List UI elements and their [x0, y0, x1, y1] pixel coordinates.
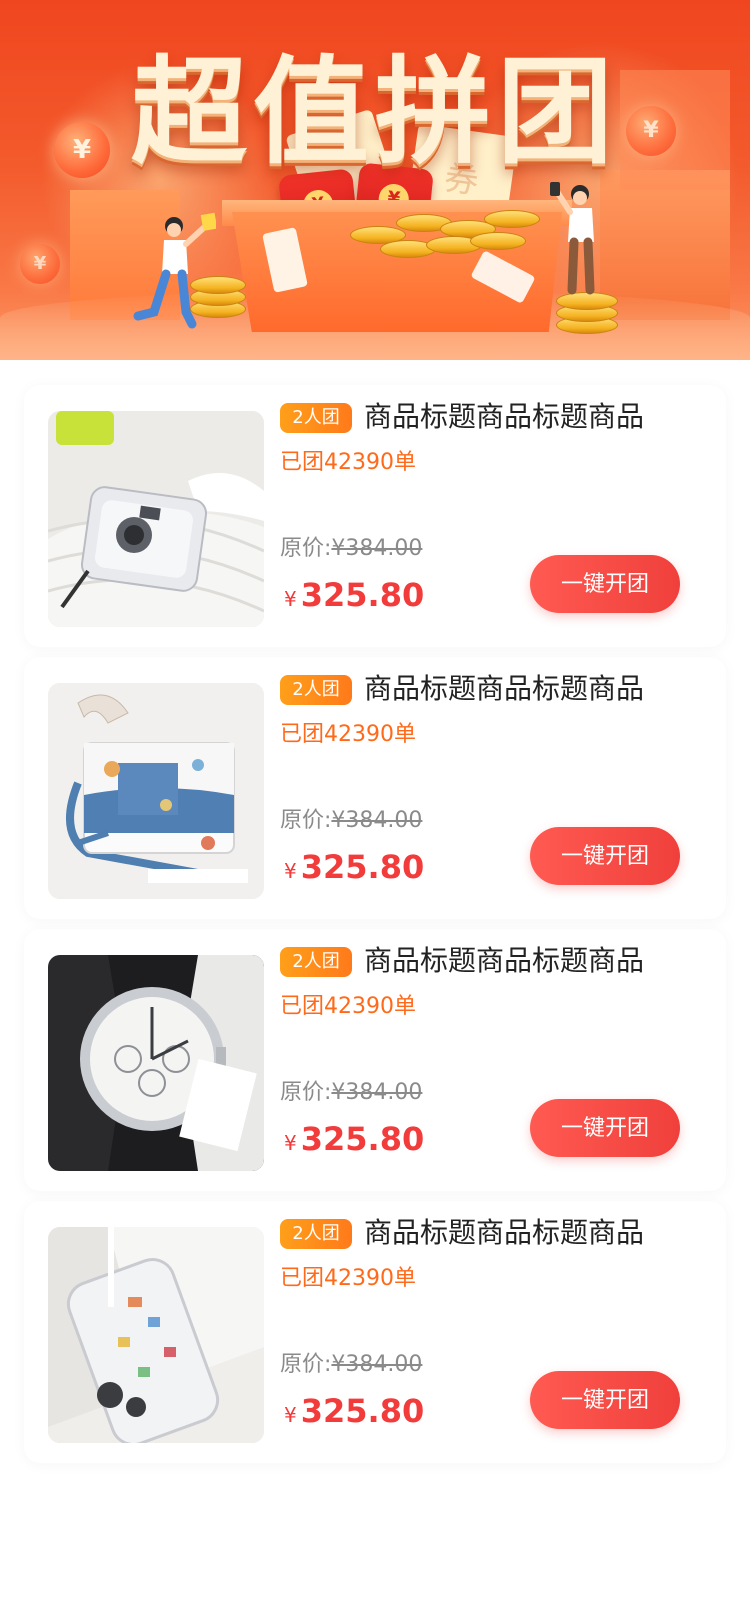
price-currency: ¥ [284, 1403, 297, 1427]
yen-coin-icon: ¥ [20, 244, 60, 284]
product-image[interactable] [48, 683, 264, 899]
original-price-value: ¥384.00 [331, 536, 423, 561]
original-price: 原价:¥384.00 [280, 1077, 422, 1109]
group-size-badge: 2人团 [280, 403, 352, 433]
sold-count: 已团42390单 [280, 450, 416, 475]
original-price: 原价:¥384.00 [280, 805, 422, 837]
original-price-label: 原价: [280, 1080, 332, 1105]
start-group-button[interactable]: 一键开团 [530, 1099, 680, 1157]
product-card[interactable]: 2人团 商品标题商品标题商品 已团42390单 原价:¥384.00 ¥325.… [24, 385, 726, 647]
sold-count: 已团42390单 [280, 1266, 416, 1291]
price-currency: ¥ [284, 1131, 297, 1155]
camera-photo [48, 411, 264, 627]
start-group-button[interactable]: 一键开团 [530, 827, 680, 885]
watch-photo [48, 955, 264, 1171]
price-value: 325.80 [300, 848, 425, 886]
price-currency: ¥ [284, 859, 297, 883]
original-price-value: ¥384.00 [331, 1352, 423, 1377]
price-value: 325.80 [300, 1392, 425, 1430]
product-card[interactable]: 2人团 商品标题商品标题商品 已团42390单 原价:¥384.00 ¥325.… [24, 929, 726, 1191]
original-price-label: 原价: [280, 1352, 332, 1377]
group-price: ¥325.80 [284, 847, 424, 893]
product-image[interactable] [48, 1227, 264, 1443]
sold-count: 已团42390单 [280, 722, 416, 747]
price-value: 325.80 [300, 1120, 425, 1158]
handbag-photo [48, 683, 264, 899]
price-currency: ¥ [284, 587, 297, 611]
promo-banner: ¥ ¥ ¥ 券 ¥ ¥ 超 [0, 0, 750, 360]
product-title[interactable]: 商品标题商品标题商品 [364, 669, 684, 709]
original-price: 原价:¥384.00 [280, 533, 422, 565]
original-price-label: 原价: [280, 808, 332, 833]
product-image[interactable] [48, 955, 264, 1171]
person-illustration [550, 182, 595, 295]
original-price-value: ¥384.00 [331, 1080, 423, 1105]
sold-count: 已团42390单 [280, 994, 416, 1019]
gold-coin-icon [470, 232, 526, 250]
start-group-button[interactable]: 一键开团 [530, 1371, 680, 1429]
group-price: ¥325.80 [284, 575, 424, 621]
person-illustration [133, 212, 216, 329]
product-title[interactable]: 商品标题商品标题商品 [364, 941, 684, 981]
banner-title: 超值拼团 [131, 45, 619, 180]
original-price: 原价:¥384.00 [280, 1349, 422, 1381]
group-price: ¥325.80 [284, 1391, 424, 1437]
product-list: 2人团 商品标题商品标题商品 已团42390单 原价:¥384.00 ¥325.… [24, 385, 726, 1473]
group-size-badge: 2人团 [280, 675, 352, 705]
original-price-label: 原价: [280, 536, 332, 561]
group-size-badge: 2人团 [280, 947, 352, 977]
product-title[interactable]: 商品标题商品标题商品 [364, 397, 684, 437]
price-value: 325.80 [300, 576, 425, 614]
gold-coin-icon [484, 210, 540, 228]
product-card[interactable]: 2人团 商品标题商品标题商品 已团42390单 原价:¥384.00 ¥325.… [24, 1201, 726, 1463]
product-title[interactable]: 商品标题商品标题商品 [364, 1213, 684, 1253]
group-price: ¥325.80 [284, 1119, 424, 1165]
phone-case-photo [48, 1227, 264, 1443]
product-card[interactable]: 2人团 商品标题商品标题商品 已团42390单 原价:¥384.00 ¥325.… [24, 657, 726, 919]
original-price-value: ¥384.00 [331, 808, 423, 833]
group-size-badge: 2人团 [280, 1219, 352, 1249]
product-image[interactable] [48, 411, 264, 627]
start-group-button[interactable]: 一键开团 [530, 555, 680, 613]
